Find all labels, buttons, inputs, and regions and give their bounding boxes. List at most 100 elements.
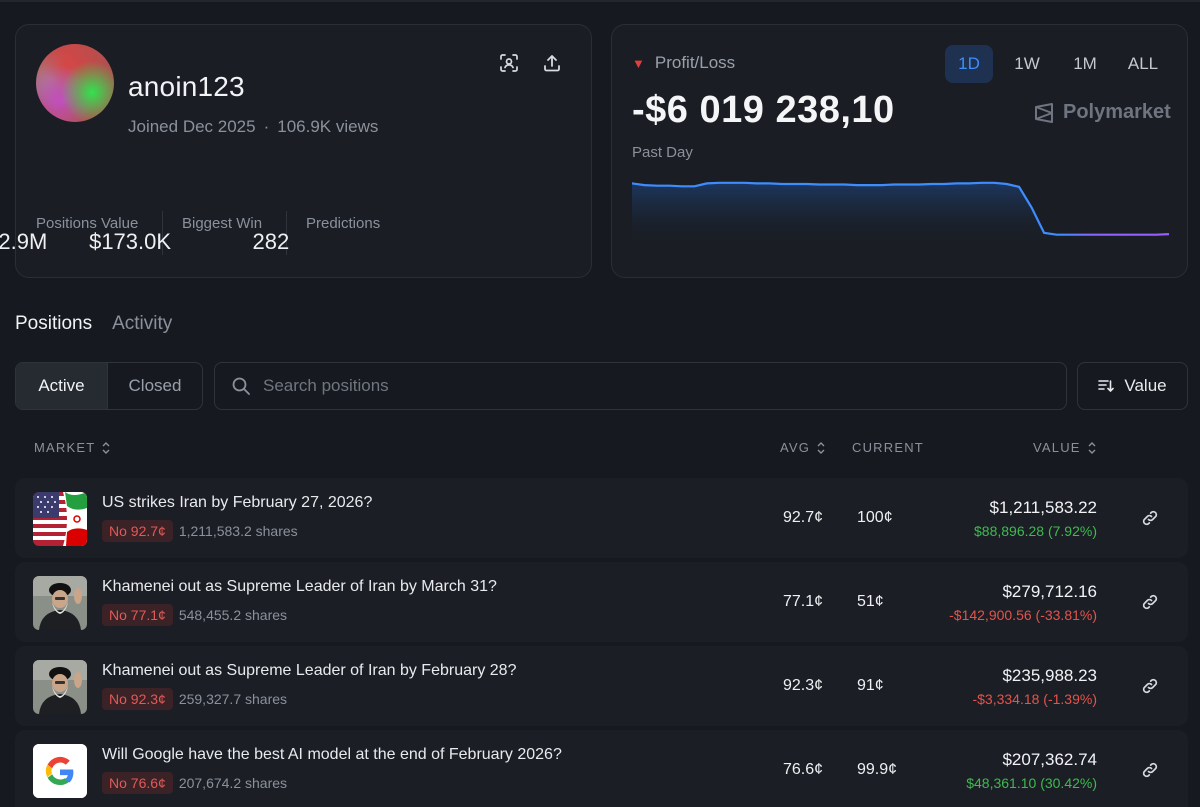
sort-label: Value <box>1124 376 1167 395</box>
scan-icon[interactable] <box>498 52 520 74</box>
pnl-label: ▼ Profit/Loss <box>632 53 735 73</box>
profile-card: anoin123 Joined Dec 2025 · 106.9K views $2… <box>0 24 592 278</box>
market-title[interactable]: Will Google have the best AI model at th… <box>102 746 562 764</box>
market-title[interactable]: Khamenei out as Supreme Leader of Iran b… <box>102 578 497 596</box>
sort-icon <box>1098 380 1115 393</box>
current-price: 51¢ <box>857 593 884 610</box>
column-header-current: CURRENT <box>852 440 924 455</box>
polymarket-brand: Polymarket <box>1033 101 1171 124</box>
link-icon[interactable] <box>1141 761 1159 779</box>
range-tab-1w[interactable]: 1W <box>1003 45 1051 83</box>
search-box <box>214 362 1067 410</box>
khamenei-portrait-thumbnail <box>33 576 87 630</box>
position-value: $279,712.16 <box>1002 582 1097 601</box>
sort-chevrons-icon <box>817 441 825 454</box>
avg-price: 76.6¢ <box>783 761 824 778</box>
shares-count: 207,674.2 shares <box>178 775 288 791</box>
table-row[interactable]: Khamenei out as Supreme Leader of Iran b… <box>15 646 1188 726</box>
search-input[interactable] <box>263 376 1023 396</box>
share-icon[interactable] <box>541 52 563 74</box>
position-change: -$142,900.56 (-33.81%) <box>949 607 1097 623</box>
chart-area <box>632 182 1169 250</box>
avg-price: 92.7¢ <box>783 509 824 526</box>
link-icon[interactable] <box>1141 509 1159 527</box>
search-icon <box>232 377 250 395</box>
view-tabs: Positions Activity <box>15 313 172 335</box>
stat-value: $173.0K <box>89 229 172 254</box>
username: anoin123 <box>128 71 245 102</box>
views-count: 106.9K views <box>277 117 379 136</box>
range-tab-1d[interactable]: 1D <box>945 45 993 83</box>
stat-predictions: 282 Predictions <box>252 209 381 254</box>
pnl-label-text: Profit/Loss <box>654 53 736 72</box>
position-change: -$3,334.18 (-1.39%) <box>972 691 1097 707</box>
stat-value: $2.9M <box>0 229 48 254</box>
current-price: 99.9¢ <box>857 761 898 778</box>
stat-biggest-win: $173.0K Biggest Win <box>89 209 263 254</box>
google-logo-thumbnail <box>33 744 87 798</box>
outcome-pill: No 77.1¢ <box>102 604 173 626</box>
shares-count: 1,211,583.2 shares <box>178 523 298 539</box>
position-value: $235,988.23 <box>1002 666 1097 685</box>
column-header-label: MARKET <box>34 440 96 455</box>
position-meta: No 92.3¢ 259,327.7 shares <box>102 688 287 710</box>
sort-button[interactable]: Value <box>1077 362 1188 410</box>
tab-activity[interactable]: Activity <box>112 313 172 335</box>
joined-date: Joined Dec 2025 <box>128 117 256 136</box>
down-triangle-icon: ▼ <box>632 55 645 71</box>
avg-price: 92.3¢ <box>783 677 824 694</box>
range-tab-all[interactable]: ALL <box>1119 45 1167 83</box>
pnl-card: ▼ Profit/Loss -$6 019 238,10 Past Day 1D… <box>611 24 1188 278</box>
column-header-market[interactable]: MARKET <box>34 440 111 455</box>
filter-closed-button[interactable]: Closed <box>108 363 202 409</box>
table-row[interactable]: Khamenei out as Supreme Leader of Iran b… <box>15 562 1188 642</box>
current-price: 91¢ <box>857 677 884 694</box>
link-icon[interactable] <box>1141 593 1159 611</box>
range-tab-1m[interactable]: 1M <box>1061 45 1109 83</box>
position-change: $48,361.10 (30.42%) <box>966 775 1097 791</box>
column-header-avg[interactable]: AVG <box>780 440 826 455</box>
outcome-pill: No 92.7¢ <box>102 520 173 542</box>
meta-separator: · <box>263 117 270 136</box>
outcome-pill: No 76.6¢ <box>102 772 173 794</box>
tab-positions[interactable]: Positions <box>15 313 92 335</box>
position-value: $207,362.74 <box>1002 750 1097 769</box>
profile-meta: Joined Dec 2025 · 106.9K views <box>128 117 378 137</box>
top-divider <box>0 0 1200 2</box>
table-row[interactable]: Will Google have the best AI model at th… <box>15 730 1188 807</box>
avg-price: 77.1¢ <box>783 593 824 610</box>
sort-chevrons-icon <box>1088 441 1096 454</box>
avatar[interactable] <box>36 44 114 122</box>
outcome-pill: No 92.3¢ <box>102 688 173 710</box>
brand-name: Polymarket <box>1063 101 1171 123</box>
status-segmented-control: Active Closed <box>15 362 203 410</box>
market-title[interactable]: Khamenei out as Supreme Leader of Iran b… <box>102 662 516 680</box>
position-meta: No 92.7¢ 1,211,583.2 shares <box>102 520 298 542</box>
column-header-label: CURRENT <box>852 440 924 455</box>
stat-value: 282 <box>252 229 290 254</box>
position-value: $1,211,583.22 <box>989 498 1097 517</box>
stat-label: Predictions <box>306 215 381 232</box>
range-tabs: 1D 1W 1M ALL <box>945 45 1177 83</box>
column-header-value[interactable]: VALUE <box>1033 440 1097 455</box>
us-iran-flags-thumbnail <box>33 492 87 546</box>
shares-count: 548,455.2 shares <box>178 607 288 623</box>
stat-label: Biggest Win <box>182 215 263 232</box>
polymarket-logo-icon <box>1035 102 1053 123</box>
position-meta: No 76.6¢ 207,674.2 shares <box>102 772 287 794</box>
column-header-label: AVG <box>780 440 811 455</box>
pnl-period: Past Day <box>632 144 693 161</box>
table-row[interactable]: US strikes Iran by February 27, 2026? No… <box>15 478 1188 558</box>
current-price: 100¢ <box>857 509 893 526</box>
sort-chevrons-icon <box>102 441 110 454</box>
link-icon[interactable] <box>1141 677 1159 695</box>
shares-count: 259,327.7 shares <box>178 691 288 707</box>
khamenei-portrait-thumbnail <box>33 660 87 714</box>
pnl-value: -$6 019 238,10 <box>632 89 895 131</box>
pnl-chart <box>632 181 1169 250</box>
column-header-label: VALUE <box>1033 440 1081 455</box>
filter-active-button[interactable]: Active <box>16 363 108 409</box>
position-change: $88,896.28 (7.92%) <box>974 523 1097 539</box>
market-title[interactable]: US strikes Iran by February 27, 2026? <box>102 494 372 512</box>
position-meta: No 77.1¢ 548,455.2 shares <box>102 604 287 626</box>
